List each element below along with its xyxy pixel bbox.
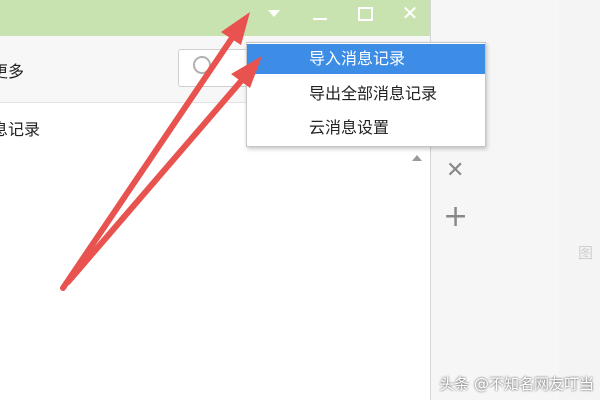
titlebar: ✕ xyxy=(0,0,430,36)
more-label[interactable]: 更多 xyxy=(0,58,24,82)
menu-item-cloud-message-settings[interactable]: 云消息设置 xyxy=(247,113,485,143)
menu-item-import-messages[interactable]: 导入消息记录 xyxy=(247,44,485,74)
triangle-down-icon[interactable] xyxy=(268,10,280,17)
scroll-up-icon[interactable] xyxy=(412,155,422,161)
minimize-icon[interactable] xyxy=(313,18,327,20)
close-icon[interactable]: ✕ xyxy=(400,3,420,23)
watermark: 头条 @不知名网友叮当 xyxy=(439,375,594,393)
menu-item-export-all-messages[interactable]: 导出全部消息记录 xyxy=(247,79,485,109)
partial-text: 图 xyxy=(578,244,594,262)
dropdown-menu: 导入消息记录 导出全部消息记录 云消息设置 xyxy=(246,42,486,147)
close-icon[interactable]: ✕ xyxy=(446,158,464,183)
add-icon[interactable]: + xyxy=(443,202,468,232)
search-icon[interactable] xyxy=(193,56,211,74)
maximize-icon[interactable] xyxy=(358,7,373,21)
list-item[interactable]: 息记录 xyxy=(0,116,40,140)
